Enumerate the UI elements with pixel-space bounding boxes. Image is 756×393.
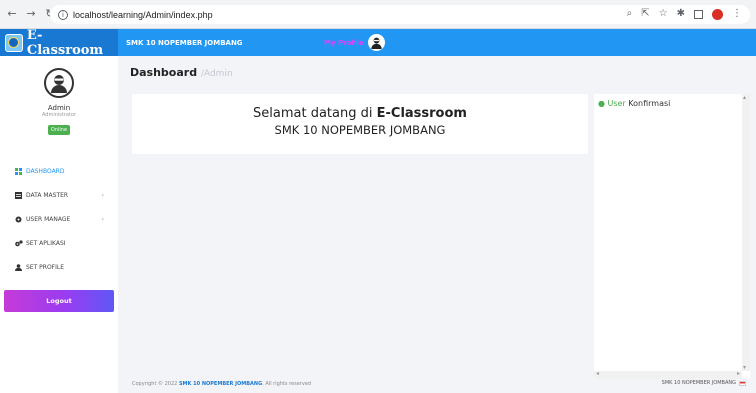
zoom-icon[interactable]: ⌕	[627, 8, 633, 20]
site-info-icon[interactable]: i	[58, 9, 68, 20]
sidebar-item-user-manage[interactable]: USER MANAGE ›	[0, 207, 118, 231]
copyright-prefix: Copyright © 2022	[132, 381, 179, 387]
brand[interactable]: E-Classroom	[0, 27, 118, 58]
sidebar-item-set-aplikasi[interactable]: SET APLIKASI	[0, 231, 118, 255]
user-confirmation-panel: ● User Konfirmasi	[594, 94, 750, 379]
sidebar-menu: DASHBOARD DATA MASTER › USER MANAGE › SE…	[0, 159, 118, 279]
my-profile-label: My Profile	[324, 38, 364, 47]
school-name: SMK 10 NOPEMBER JOMBANG	[126, 38, 243, 47]
panel-title-green: User	[607, 99, 626, 108]
share-icon[interactable]: ⇱	[641, 8, 649, 20]
browser-toolbar: ← → ↻ i localhost/learning/Admin/index.p…	[0, 0, 756, 29]
sidebar: Admin Administrator Online DASHBOARD DAT…	[0, 56, 118, 393]
sidebar-item-label: DATA MASTER	[26, 191, 69, 199]
users-cog-icon	[15, 216, 22, 223]
welcome-brand: E-Classroom	[376, 106, 467, 121]
welcome-card: Selamat datang di E-Classroom SMK 10 NOP…	[132, 94, 588, 154]
school-logo-icon	[5, 33, 23, 52]
user-avatar-icon	[51, 75, 67, 93]
panel-title-rest: Konfirmasi	[625, 99, 671, 108]
avatar-icon	[367, 34, 385, 51]
sidebar-item-label: SET APLIKASI	[26, 239, 66, 247]
url-text: localhost/learning/Admin/index.php	[73, 9, 213, 20]
panel-title: ● User Konfirmasi	[598, 99, 670, 108]
status-badge: Online	[48, 125, 70, 135]
dashboard-icon	[15, 167, 22, 175]
user-icon: ●	[598, 99, 605, 108]
menu-kebab-icon[interactable]: ⋮	[732, 8, 742, 20]
page-title: Dashboard /Admin	[130, 66, 233, 79]
sidebar-item-label: USER MANAGE	[26, 215, 71, 223]
vertical-scrollbar[interactable]	[742, 94, 750, 371]
horizontal-scrollbar[interactable]	[594, 370, 742, 379]
welcome-school: SMK 10 NOPEMBER JOMBANG	[274, 123, 446, 137]
welcome-prefix: Selamat datang di	[253, 106, 377, 121]
flag-icon	[739, 380, 746, 386]
window-icon[interactable]	[694, 9, 703, 19]
copyright-school[interactable]: SMK 10 NOPEMBER JOMBANG	[179, 381, 262, 387]
welcome-heading: Selamat datang di E-Classroom	[132, 106, 588, 121]
copyright-suffix: . All rights reserved	[262, 381, 312, 387]
footer-school-name: SMK 10 NOPEMBER JOMBANG	[661, 380, 736, 386]
page-subtitle: /Admin	[200, 69, 233, 79]
database-icon	[15, 191, 22, 199]
extensions-icon[interactable]: ✱	[677, 8, 685, 20]
back-icon[interactable]: ←	[5, 7, 19, 21]
user-name: Admin	[47, 104, 71, 112]
sidebar-item-set-profile[interactable]: SET PROFILE	[0, 255, 118, 279]
top-navbar: E-Classroom SMK 10 NOPEMBER JOMBANG My P…	[0, 27, 756, 58]
profile-icon[interactable]	[712, 8, 723, 20]
sidebar-item-dashboard[interactable]: DASHBOARD	[0, 159, 118, 183]
avatar	[44, 68, 74, 98]
sidebar-item-label: DASHBOARD	[26, 167, 65, 175]
page-title-text: Dashboard	[130, 66, 198, 79]
chevron-icon: ›	[101, 191, 104, 199]
footer-school: SMK 10 NOPEMBER JOMBANG	[662, 380, 746, 386]
cogs-icon	[15, 239, 23, 247]
user-icon	[15, 263, 22, 271]
sidebar-item-label: SET PROFILE	[26, 263, 65, 271]
footer-copyright: Copyright © 2022 SMK 10 NOPEMBER JOMBANG…	[132, 381, 311, 387]
brand-name: E-Classroom	[26, 27, 104, 58]
forward-icon[interactable]: →	[24, 7, 38, 21]
sidebar-item-data-master[interactable]: DATA MASTER ›	[0, 183, 118, 207]
main-content: Dashboard /Admin Selamat datang di E-Cla…	[118, 56, 756, 393]
chevron-icon: ›	[101, 215, 104, 223]
user-role: Administrator	[41, 112, 77, 118]
my-profile-link[interactable]: My Profile	[324, 29, 385, 56]
logout-button[interactable]: Logout	[4, 290, 114, 312]
bookmark-star-icon[interactable]: ☆	[659, 8, 668, 20]
address-bar[interactable]: i localhost/learning/Admin/index.php ⌕ ⇱…	[50, 5, 750, 24]
